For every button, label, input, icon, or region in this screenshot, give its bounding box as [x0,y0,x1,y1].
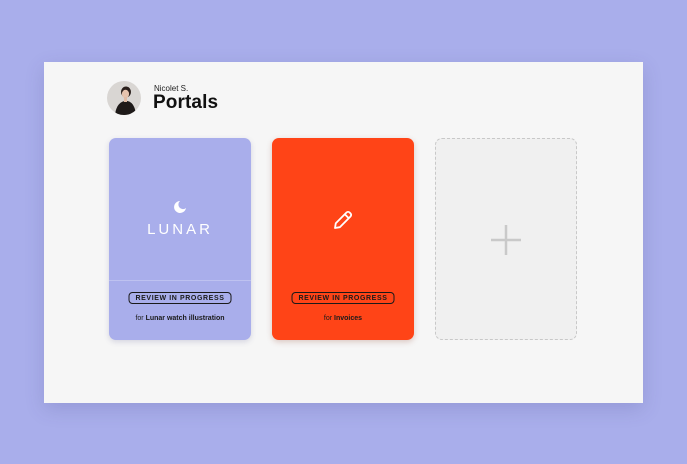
avatar-image [107,81,141,115]
pencil-icon [334,210,353,229]
status-badge: REVIEW IN PROGRESS [291,292,395,304]
caption-name: Lunar watch illustration [145,315,225,322]
plus-icon [491,225,521,255]
status-badge: REVIEW IN PROGRESS [128,292,232,304]
portal-card-invoices[interactable]: REVIEW IN PROGRESS for Invoices [272,138,414,340]
caption-prefix: for [135,315,144,322]
card-divider [109,280,251,281]
portal-card-lunar[interactable]: LUNAR REVIEW IN PROGRESS for Lunar watch… [109,138,251,340]
add-portal-button[interactable] [435,138,577,340]
avatar[interactable] [107,81,141,115]
page-title: Portals [153,92,219,113]
caption-prefix: for [323,315,333,322]
caption-name: Invoices [334,315,363,322]
portals-window: Nicolet S. Portals LUNAR REVIEW IN PROGR… [44,62,643,403]
lunar-logo-text: LUNAR [147,221,213,238]
portal-caption: for Lunar watch illustration [109,315,251,322]
moon-icon [174,201,186,213]
portal-caption: for Invoices [272,315,414,322]
